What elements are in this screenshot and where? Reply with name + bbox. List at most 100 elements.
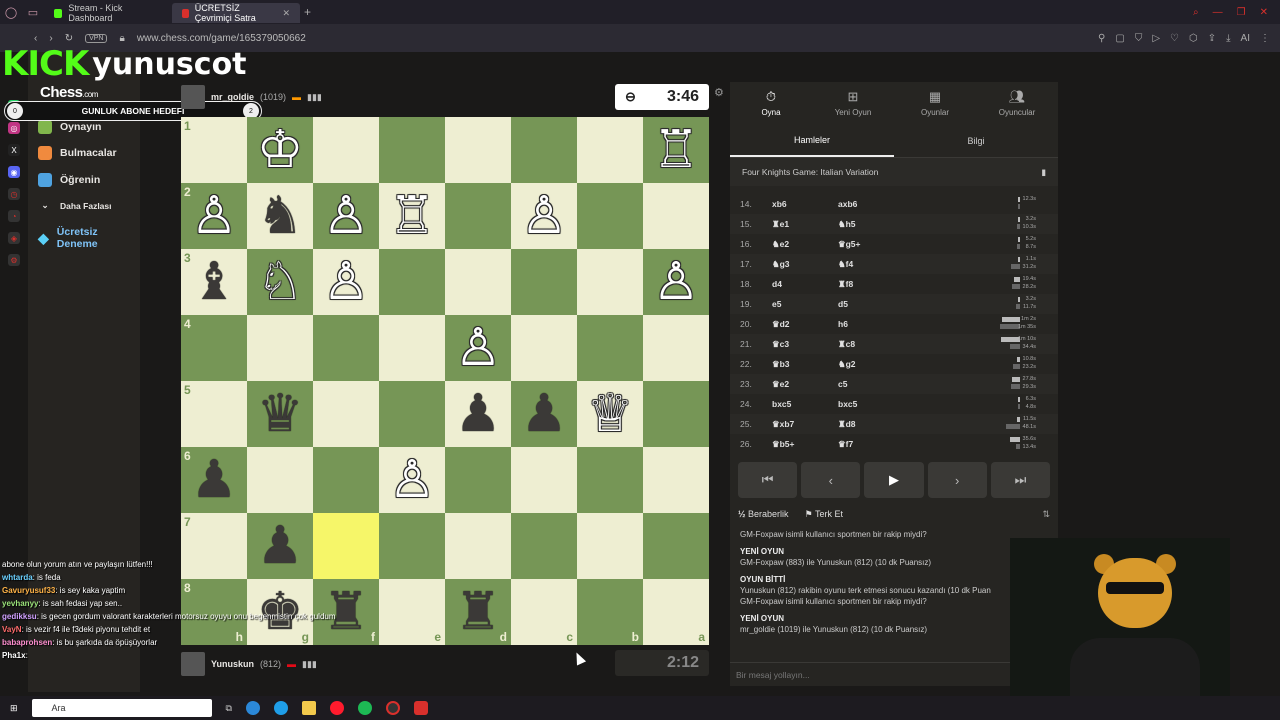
square-b3[interactable] xyxy=(577,249,643,315)
sidebar-item-more[interactable]: ⌄ Daha Fazlası xyxy=(38,200,111,211)
square-e8[interactable]: e xyxy=(379,579,445,645)
play-icon[interactable]: ▷ xyxy=(1152,33,1160,44)
white-move[interactable]: ♛c3 xyxy=(772,339,838,350)
square-e7[interactable] xyxy=(379,513,445,579)
tab-info[interactable]: Bilgi xyxy=(894,124,1058,157)
square-c2[interactable]: ♙ xyxy=(511,183,577,249)
square-c5[interactable]: ♟ xyxy=(511,381,577,447)
download-icon[interactable]: ⤓ xyxy=(1226,33,1230,44)
white-move[interactable]: ♛b5+ xyxy=(772,439,838,450)
square-a5[interactable] xyxy=(643,381,709,447)
black-move[interactable]: h6 xyxy=(838,319,904,329)
prev-move-button[interactable]: ‹ xyxy=(801,462,861,498)
square-h4[interactable]: 4 xyxy=(181,315,247,381)
chess-piece-icon[interactable]: ♞ xyxy=(257,190,304,242)
explorer-app-icon[interactable] xyxy=(301,701,316,715)
square-b4[interactable] xyxy=(577,315,643,381)
settings-icon[interactable]: ⚙ xyxy=(8,254,20,266)
square-a1[interactable]: ♖ xyxy=(643,117,709,183)
black-move[interactable]: d5 xyxy=(838,299,904,309)
white-move[interactable]: bxc5 xyxy=(772,399,838,409)
extensions-icon[interactable]: ⬡ xyxy=(1189,33,1198,44)
play-button[interactable]: ▶ xyxy=(864,462,924,498)
white-move[interactable]: xb6 xyxy=(772,199,838,209)
square-d3[interactable] xyxy=(445,249,511,315)
square-b7[interactable] xyxy=(577,513,643,579)
square-g5[interactable]: ♛ xyxy=(247,381,313,447)
task-view-icon[interactable]: ⧉ xyxy=(226,703,232,714)
opera-app-icon[interactable] xyxy=(329,701,344,715)
discord-icon[interactable]: ◉ xyxy=(8,166,20,178)
chess-piece-icon[interactable]: ♙ xyxy=(323,190,370,242)
media-app-icon[interactable] xyxy=(413,701,428,715)
tab-kick-dashboard[interactable]: Stream - Kick Dashboard xyxy=(44,3,172,23)
move-list[interactable]: 14. xb6 axb6 12.3s 15. ♜e1 ♞h5 3.2s 10.3s 16. ♞e2 ♛… xyxy=(730,194,1058,454)
vpn-badge[interactable]: VPN xyxy=(85,33,108,43)
resign-button[interactable]: ⚑ Terk Et xyxy=(805,509,843,520)
pin-icon[interactable]: ⚲ xyxy=(1098,33,1105,44)
square-d7[interactable] xyxy=(445,513,511,579)
chess-piece-icon[interactable]: ♟ xyxy=(191,454,238,506)
square-d5[interactable]: ♟ xyxy=(445,381,511,447)
tab-games[interactable]: ▦ Oyunlar xyxy=(894,82,976,124)
tab-new-game[interactable]: ⊞ Yeni Oyun xyxy=(812,82,894,124)
square-e2[interactable]: ♖ xyxy=(379,183,445,249)
square-f3[interactable]: ♙ xyxy=(313,249,379,315)
square-c4[interactable] xyxy=(511,315,577,381)
chess-piece-icon[interactable]: ♙ xyxy=(653,256,700,308)
draw-button[interactable]: ½ Beraberlik xyxy=(738,509,789,519)
square-d4[interactable]: ♙ xyxy=(445,315,511,381)
search-tabs-icon[interactable]: ⌕ xyxy=(1193,7,1199,18)
square-f2[interactable]: ♙ xyxy=(313,183,379,249)
square-e5[interactable] xyxy=(379,381,445,447)
next-move-button[interactable]: › xyxy=(927,462,987,498)
clock-icon[interactable]: ◔ xyxy=(8,210,20,222)
square-h1[interactable]: 1 xyxy=(181,117,247,183)
history-icon[interactable]: ◷ xyxy=(8,188,20,200)
black-move[interactable]: ♛f7 xyxy=(838,439,904,450)
square-c1[interactable] xyxy=(511,117,577,183)
tab-chess[interactable]: ÜCRETSİZ Çevrimiçi Satra ✕ xyxy=(172,3,300,23)
avatar[interactable] xyxy=(181,85,205,109)
black-move[interactable]: ♞f4 xyxy=(838,259,904,270)
square-f1[interactable] xyxy=(313,117,379,183)
chess-piece-icon[interactable]: ♛ xyxy=(257,388,304,440)
last-move-button[interactable]: ⏭ xyxy=(990,462,1051,498)
url-input[interactable]: www.chess.com/game/165379050662 xyxy=(137,33,306,44)
chess-logo[interactable]: Chess.com xyxy=(40,84,98,101)
square-d2[interactable] xyxy=(445,183,511,249)
snapshot-icon[interactable]: ▢ xyxy=(1115,33,1124,44)
square-b5[interactable]: ♕ xyxy=(577,381,643,447)
square-g4[interactable] xyxy=(247,315,313,381)
white-move[interactable]: ♛b3 xyxy=(772,359,838,370)
share-icon[interactable]: ⇪ xyxy=(1208,33,1216,44)
square-h5[interactable]: 5 xyxy=(181,381,247,447)
square-a4[interactable] xyxy=(643,315,709,381)
sidebar-item-play[interactable]: Oynayın xyxy=(38,120,101,134)
square-f5[interactable] xyxy=(313,381,379,447)
white-move[interactable]: d4 xyxy=(772,279,838,289)
square-a6[interactable] xyxy=(643,447,709,513)
square-g2[interactable]: ♞ xyxy=(247,183,313,249)
chess-piece-icon[interactable]: ♕ xyxy=(587,388,634,440)
black-move[interactable]: ♜f8 xyxy=(838,279,904,290)
square-h6[interactable]: 6 ♟ xyxy=(181,447,247,513)
tab-play[interactable]: ⏱ Oyna xyxy=(730,82,812,124)
close-window-icon[interactable]: ✕ xyxy=(1260,7,1268,18)
square-g3[interactable]: ♘ xyxy=(247,249,313,315)
chess-piece-icon[interactable]: ♘ xyxy=(257,256,304,308)
square-a7[interactable] xyxy=(643,513,709,579)
workspaces-icon[interactable]: ▭ xyxy=(22,0,44,24)
white-move[interactable]: ♜e1 xyxy=(772,219,838,230)
square-b6[interactable] xyxy=(577,447,643,513)
square-g6[interactable] xyxy=(247,447,313,513)
opera-menu-icon[interactable]: ◯ xyxy=(0,0,22,24)
white-move[interactable]: ♛xb7 xyxy=(772,419,838,430)
sidebar-item-puzzles[interactable]: Bulmacalar xyxy=(38,146,117,160)
square-d8[interactable]: d ♜ xyxy=(445,579,511,645)
square-d1[interactable] xyxy=(445,117,511,183)
black-move[interactable]: ♜c8 xyxy=(838,339,904,350)
square-b1[interactable] xyxy=(577,117,643,183)
white-move[interactable]: ♞e2 xyxy=(772,239,838,250)
chess-piece-icon[interactable]: ♙ xyxy=(521,190,568,242)
